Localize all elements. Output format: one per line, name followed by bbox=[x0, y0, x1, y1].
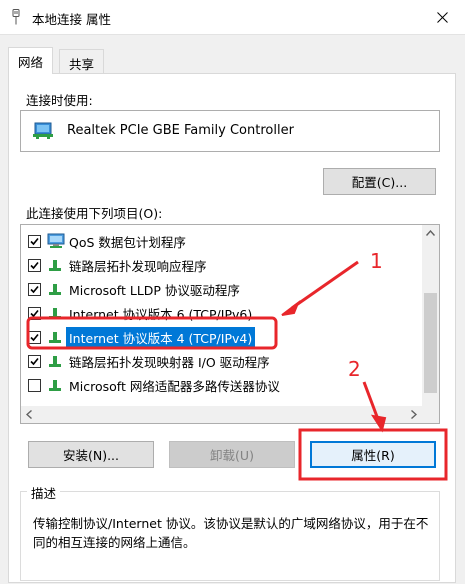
list-item-label: Internet 协议版本 6 (TCP/IPv6) bbox=[69, 306, 253, 322]
list-item-lltd-responder[interactable]: 链路层拓扑发现响应程序 bbox=[21, 255, 421, 275]
checkmark-icon bbox=[30, 237, 39, 245]
list-item-label: 链路层拓扑发现响应程序 bbox=[69, 258, 207, 274]
scroll-thumb[interactable] bbox=[424, 293, 437, 393]
network-protocol-icon bbox=[49, 284, 61, 295]
checkmark-icon bbox=[30, 261, 39, 269]
checkbox[interactable] bbox=[28, 378, 41, 392]
description-text: 传输控制协议/Internet 协议。该协议是默认的广域网络协议，用于在不同的相… bbox=[33, 516, 429, 550]
list-item-label: Microsoft LLDP 协议驱动程序 bbox=[69, 282, 240, 298]
list-item-qos[interactable]: QoS 数据包计划程序 bbox=[21, 231, 421, 251]
checkmark-icon bbox=[30, 309, 39, 317]
checkmark-icon bbox=[30, 333, 39, 341]
components-list[interactable]: QoS 数据包计划程序 链路层拓扑发现响应程序 Microsoft LLDP 协… bbox=[20, 224, 440, 424]
list-item-ipv6[interactable]: Internet 协议版本 6 (TCP/IPv6) bbox=[21, 303, 421, 323]
network-protocol-icon bbox=[49, 380, 61, 391]
checkbox[interactable] bbox=[28, 354, 41, 368]
checkmark-icon bbox=[30, 285, 39, 293]
network-protocol-icon bbox=[49, 308, 61, 319]
description-legend: 描述 bbox=[27, 483, 61, 502]
checkbox[interactable] bbox=[28, 330, 41, 344]
vertical-scrollbar[interactable] bbox=[422, 225, 439, 406]
network-protocol-icon bbox=[49, 260, 61, 271]
connect-using-label: 连接时使用: bbox=[26, 93, 93, 108]
qos-icon bbox=[47, 233, 65, 248]
scroll-left-icon[interactable] bbox=[26, 410, 32, 419]
checkbox[interactable] bbox=[28, 306, 41, 320]
checkbox[interactable] bbox=[28, 282, 41, 296]
adapter-field: Realtek PCIe GBE Family Controller bbox=[20, 110, 440, 152]
checkbox[interactable] bbox=[28, 258, 41, 272]
horizontal-scrollbar[interactable] bbox=[21, 406, 422, 423]
checkbox[interactable] bbox=[28, 234, 41, 248]
list-item-lldp[interactable]: Microsoft LLDP 协议驱动程序 bbox=[21, 279, 421, 299]
network-protocol-icon bbox=[49, 332, 61, 343]
list-item-ipv4[interactable]: Internet 协议版本 4 (TCP/IPv4) bbox=[21, 326, 421, 348]
list-item-label: Microsoft 网络适配器多路传送器协议 bbox=[69, 378, 280, 394]
adapter-name: Realtek PCIe GBE Family Controller bbox=[67, 123, 294, 138]
list-item-multiplexor[interactable]: Microsoft 网络适配器多路传送器协议 bbox=[21, 375, 421, 395]
scroll-right-icon[interactable] bbox=[411, 410, 417, 419]
items-section-label: 此连接使用下列项目(O): bbox=[26, 206, 163, 221]
list-item-label: 链路层拓扑发现映射器 I/O 驱动程序 bbox=[69, 354, 270, 370]
install-button[interactable]: 安装(N)... bbox=[28, 441, 154, 468]
description-group: 描述 传输控制协议/Internet 协议。该协议是默认的广域网络协议，用于在不… bbox=[20, 483, 440, 581]
network-adapter-icon bbox=[33, 122, 53, 139]
configure-button[interactable]: 配置(C)... bbox=[323, 168, 436, 195]
list-item-lltd-mapper[interactable]: 链路层拓扑发现映射器 I/O 驱动程序 bbox=[21, 351, 421, 371]
properties-button[interactable]: 属性(R) bbox=[310, 441, 436, 468]
list-item-label: Internet 协议版本 4 (TCP/IPv4) bbox=[66, 326, 256, 348]
checkmark-icon bbox=[30, 357, 39, 365]
scroll-corner bbox=[422, 406, 439, 423]
scroll-up-icon[interactable] bbox=[426, 230, 435, 236]
list-item-label: QoS 数据包计划程序 bbox=[69, 234, 186, 250]
uninstall-button[interactable]: 卸载(U) bbox=[169, 441, 295, 468]
network-protocol-icon bbox=[49, 356, 61, 367]
